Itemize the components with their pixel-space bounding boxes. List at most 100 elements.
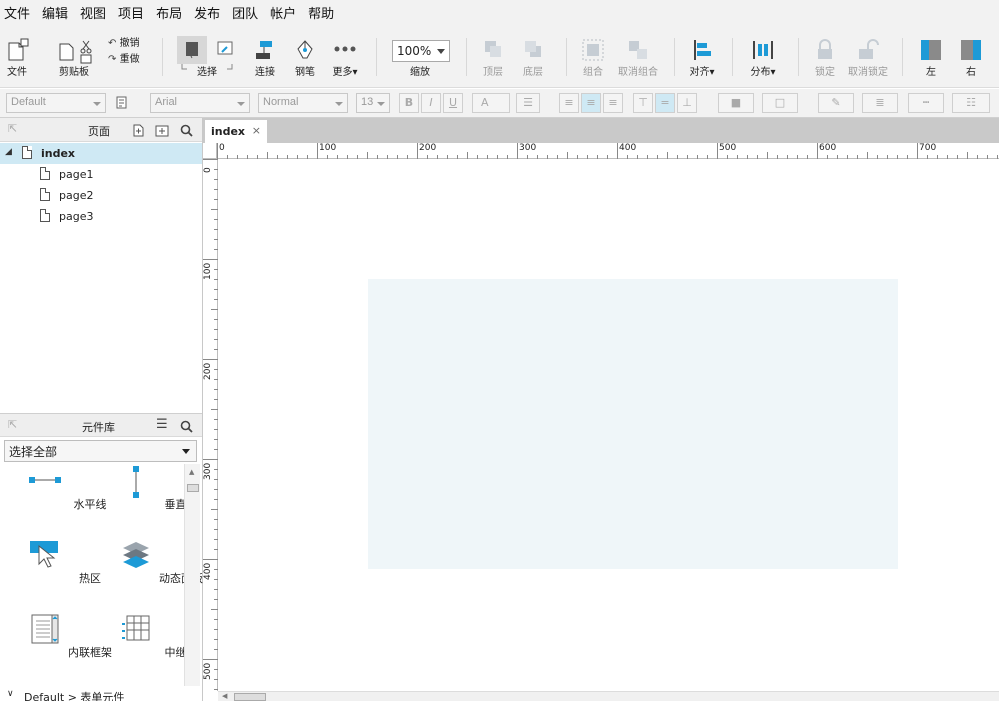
- connect-button[interactable]: 连接: [252, 24, 278, 88]
- scroll-left-icon[interactable]: ◀: [222, 692, 227, 700]
- library-panel-title: 元件库: [82, 421, 115, 434]
- menu-edit[interactable]: 编辑: [42, 3, 68, 22]
- font-weight-select[interactable]: Normal: [258, 93, 348, 113]
- ruler-label: 700: [919, 143, 937, 153]
- underline-button[interactable]: U: [443, 93, 463, 113]
- library-select[interactable]: 选择全部: [4, 440, 197, 462]
- lock-button[interactable]: 锁定: [810, 24, 840, 88]
- canvas-rectangle-widget[interactable]: [368, 279, 898, 569]
- lock-icon: [818, 39, 832, 59]
- valign-middle-button[interactable]: =: [655, 93, 675, 113]
- line-color-button[interactable]: ✎: [818, 93, 854, 113]
- menu-account[interactable]: 帐户: [270, 3, 296, 22]
- scroll-thumb[interactable]: [234, 693, 266, 701]
- file-button[interactable]: 文件: [2, 24, 32, 88]
- ruler-label: 500: [203, 662, 213, 680]
- menu-file[interactable]: 文件: [4, 3, 30, 22]
- page-tree-item-page1[interactable]: page1: [0, 164, 202, 185]
- toolbar-divider: [798, 38, 799, 76]
- page-tree-item-page2[interactable]: page2: [0, 185, 202, 206]
- add-page-icon[interactable]: [132, 124, 145, 137]
- library-footer[interactable]: ∨ Default > 表单元件: [0, 688, 184, 701]
- search-icon[interactable]: [180, 420, 193, 433]
- align-text-center-button[interactable]: ≡: [581, 93, 601, 113]
- widget-repeater[interactable]: 中继器: [91, 614, 198, 674]
- arrow-style-button[interactable]: ☷: [952, 93, 990, 113]
- font-family-select[interactable]: Arial: [150, 93, 250, 113]
- distribute-icon: [753, 41, 773, 59]
- align-button[interactable]: 对齐▾: [686, 24, 718, 88]
- list-icon: ☰: [523, 96, 533, 109]
- widget-vertical-line[interactable]: 垂直线: [91, 466, 198, 526]
- bring-to-front-button[interactable]: 顶层: [478, 24, 508, 88]
- valign-middle-icon: =: [660, 96, 670, 109]
- align-text-right-button[interactable]: ≡: [603, 93, 623, 113]
- page-tree-item-page3[interactable]: page3: [0, 206, 202, 227]
- widget-hotspot[interactable]: 热区: [0, 540, 101, 600]
- widget-dynamic-panel[interactable]: 动态面板: [91, 540, 203, 600]
- zoom-label: 缩放: [410, 67, 430, 78]
- ruler-label: 0: [203, 167, 213, 173]
- redo-button[interactable]: ↷ 重做: [108, 50, 140, 65]
- bullet-list-button[interactable]: ☰: [516, 93, 540, 113]
- menu-help[interactable]: 帮助: [308, 3, 334, 22]
- expand-triangle-icon[interactable]: ◢: [5, 147, 12, 157]
- fill-color-button[interactable]: ■: [718, 93, 754, 113]
- widget-inline-frame[interactable]: 内联框架: [0, 614, 112, 674]
- library-select-value: 选择全部: [9, 445, 58, 459]
- close-icon[interactable]: ×: [252, 124, 261, 137]
- more-button[interactable]: 更多▾: [330, 24, 360, 88]
- zoom-select[interactable]: 100%: [392, 40, 450, 62]
- menu-publish[interactable]: 发布: [194, 3, 220, 22]
- unlock-button[interactable]: 取消锁定: [848, 24, 888, 88]
- font-size-select[interactable]: 13: [356, 93, 390, 113]
- menu-project[interactable]: 项目: [118, 3, 144, 22]
- page-tree-label: page3: [59, 210, 94, 223]
- menu-view[interactable]: 视图: [80, 3, 106, 22]
- style-select[interactable]: Default: [6, 93, 106, 113]
- collapse-panel-icon[interactable]: ⇱: [8, 122, 17, 135]
- italic-button[interactable]: I: [421, 93, 441, 113]
- add-folder-icon[interactable]: [155, 124, 169, 137]
- scroll-up-icon[interactable]: ▲: [189, 468, 194, 476]
- main-toolbar: 文件 剪贴板 ↶ 撤销 ↷ 重做 选择 连接 钢笔 更多▾ 100% 缩放 顶层…: [0, 24, 999, 88]
- valign-bottom-button[interactable]: ⊥: [677, 93, 697, 113]
- ungroup-button[interactable]: 取消组合: [616, 24, 660, 88]
- align-left-button[interactable]: 左: [916, 24, 946, 88]
- menu-layout[interactable]: 布局: [156, 3, 182, 22]
- line-style-button[interactable]: ┅: [908, 93, 944, 113]
- collapse-panel-icon[interactable]: ⇱: [8, 418, 17, 431]
- valign-top-button[interactable]: ⊤: [633, 93, 653, 113]
- library-scrollbar[interactable]: ▲: [184, 464, 200, 686]
- select-button[interactable]: 选择: [176, 24, 238, 88]
- bold-button[interactable]: B: [399, 93, 419, 113]
- zoom-control: 100% 缩放: [388, 24, 452, 88]
- send-to-back-button[interactable]: 底层: [518, 24, 548, 88]
- line-width-button[interactable]: ≣: [862, 93, 898, 113]
- shadow-button[interactable]: □: [762, 93, 798, 113]
- pen-icon: [297, 40, 313, 59]
- align-right-button[interactable]: 右: [956, 24, 986, 88]
- group-label: 组合: [583, 67, 603, 78]
- clipboard-button[interactable]: 剪贴板: [54, 24, 94, 88]
- distribute-button[interactable]: 分布▾: [746, 24, 780, 88]
- menu-icon[interactable]: ☰: [156, 417, 168, 432]
- ruler-label: 300: [203, 462, 213, 480]
- align-right-icon: ≡: [608, 96, 618, 109]
- font-color-button[interactable]: A: [472, 93, 510, 113]
- undo-icon: ↶: [108, 38, 117, 49]
- group-icon: [582, 39, 604, 61]
- undo-button[interactable]: ↶ 撤销: [108, 34, 140, 49]
- search-icon[interactable]: [180, 124, 193, 137]
- align-text-left-button[interactable]: ≡: [559, 93, 579, 113]
- widget-horizontal-line[interactable]: 水平线: [0, 466, 107, 526]
- menu-team[interactable]: 团队: [232, 3, 258, 22]
- line-style-icon: ┅: [922, 96, 930, 109]
- group-button[interactable]: 组合: [578, 24, 608, 88]
- scroll-thumb[interactable]: [187, 484, 199, 492]
- style-edit-icon[interactable]: [116, 96, 130, 113]
- tab-index[interactable]: index ×: [205, 120, 267, 143]
- canvas-horizontal-scrollbar[interactable]: ◀: [218, 691, 999, 701]
- pen-button[interactable]: 钢笔: [292, 24, 318, 88]
- page-tree-item-index[interactable]: ◢ index: [0, 143, 202, 164]
